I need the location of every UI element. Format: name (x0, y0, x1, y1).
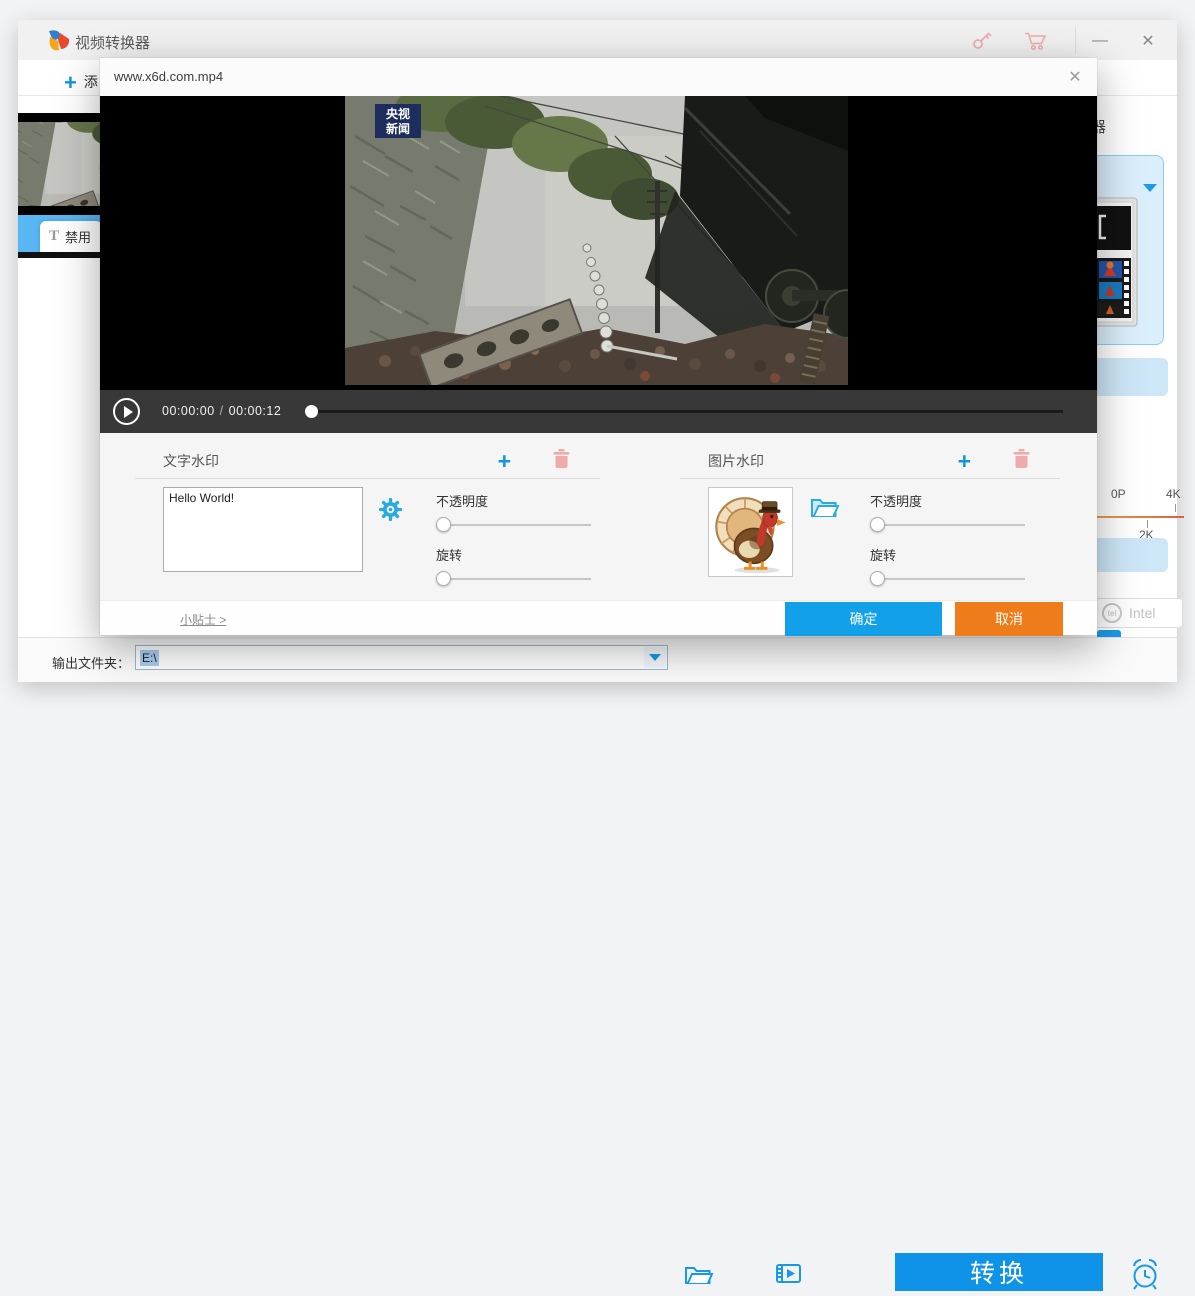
rotate-label: 旋转 (870, 545, 1025, 564)
format-dropdown-icon[interactable] (1143, 184, 1157, 192)
add-text-watermark-button[interactable]: + (498, 451, 511, 471)
titlebar: 视频转换器 — ✕ (18, 20, 1177, 60)
panel-edge (18, 252, 100, 258)
add-image-watermark-button[interactable]: + (958, 451, 971, 471)
seek-thumb[interactable] (305, 405, 318, 418)
slider-track[interactable] (870, 578, 1025, 580)
slider-thumb[interactable] (436, 571, 451, 586)
app-logo-icon (46, 28, 71, 58)
player-controls: 00:00:00 / 00:00:12 (100, 390, 1097, 433)
watermark-settings: 文字水印 + Hello World! (100, 433, 1097, 600)
bottom-bar: 输出文件夹： E:\ 转换 (18, 637, 1177, 682)
text-tool-icon: T (49, 228, 59, 245)
dialog-footer: 小贴士 > 确定 取消 (100, 600, 1097, 635)
time-display: 00:00:00 / 00:00:12 (162, 404, 281, 418)
slider-track[interactable] (436, 524, 591, 526)
time-separator: / (220, 404, 224, 418)
convert-button[interactable]: 转换 (895, 1253, 1103, 1291)
browse-folder-icon[interactable] (684, 1262, 714, 1291)
dialog-header: www.x6d.com.mp4 ✕ (100, 58, 1097, 96)
combobox-dropdown-button[interactable] (644, 647, 666, 668)
titlebar-separator (1075, 28, 1076, 54)
tab-text-disable[interactable]: T 禁用 (40, 221, 100, 252)
video-frame: 央视 新闻 (345, 96, 848, 385)
output-folder-combobox[interactable]: E:\ (135, 645, 668, 670)
resolution-label-4k: 4K (1166, 487, 1181, 501)
play-icon (124, 406, 133, 418)
intel-badge: tel Intel (1093, 598, 1183, 628)
slider-track[interactable] (870, 524, 1025, 526)
rotate-label: 旋转 (436, 545, 591, 564)
video-preview-area: 央视 新闻 (100, 96, 1097, 390)
add-files-button[interactable]: +添 (64, 70, 98, 96)
text-opacity-slider[interactable] (436, 517, 591, 533)
minimize-button[interactable]: — (1086, 28, 1114, 54)
add-files-label: 添 (84, 74, 98, 90)
text-watermark-title: 文字水印 (163, 451, 219, 471)
intel-label: Intel (1129, 605, 1155, 621)
image-watermark-title: 图片水印 (708, 451, 764, 471)
store-cart-icon[interactable] (1024, 31, 1048, 56)
preview-video-icon[interactable] (775, 1262, 803, 1291)
text-watermark-group: 文字水印 + Hello World! (135, 443, 600, 595)
slider-thumb[interactable] (870, 517, 885, 532)
play-button[interactable] (113, 398, 140, 425)
image-rotate-slider[interactable] (870, 571, 1025, 587)
dialog-close-button[interactable]: ✕ (1063, 65, 1087, 89)
cctv-badge-line1: 央视 (386, 106, 410, 121)
image-watermark-group: 图片水印 + (680, 443, 1060, 595)
format-preview-image (1090, 197, 1140, 334)
opacity-label: 不透明度 (870, 491, 1025, 510)
text-rotate-slider[interactable] (436, 571, 591, 587)
plus-icon: + (64, 70, 77, 95)
ok-button[interactable]: 确定 (785, 602, 942, 636)
delete-image-watermark-icon[interactable] (1013, 449, 1030, 473)
delete-text-watermark-icon[interactable] (553, 449, 570, 473)
turkey-image (712, 490, 790, 574)
cancel-button[interactable]: 取消 (955, 602, 1063, 636)
alarm-clock-icon[interactable] (1127, 1257, 1163, 1296)
slider-thumb[interactable] (436, 517, 451, 532)
resolution-tick-4k (1175, 504, 1176, 512)
output-folder-value: E:\ (140, 650, 159, 666)
watermark-dialog: www.x6d.com.mp4 ✕ 央视 新闻 00:00:00 / 00:00:1… (100, 58, 1097, 635)
intel-logo-icon: tel (1102, 603, 1122, 623)
seek-track[interactable] (305, 410, 1063, 413)
opacity-label: 不透明度 (436, 491, 591, 510)
watermark-image-preview[interactable] (708, 487, 793, 577)
dialog-title: www.x6d.com.mp4 (114, 69, 223, 84)
cctv-badge-line2: 新闻 (386, 121, 410, 136)
app-title: 视频转换器 (75, 32, 150, 53)
image-opacity-slider[interactable] (870, 517, 1025, 533)
tips-link[interactable]: 小贴士 > (180, 611, 226, 628)
choose-image-folder-icon[interactable] (810, 495, 840, 524)
current-time: 00:00:00 (162, 404, 215, 418)
register-key-icon[interactable] (971, 30, 993, 56)
close-button[interactable]: ✕ (1134, 28, 1162, 54)
seek-bar[interactable] (305, 402, 1063, 420)
chevron-down-icon (649, 654, 661, 661)
tab-label: 禁用 (65, 227, 91, 246)
total-time: 00:00:12 (229, 404, 282, 418)
resolution-label-1080p: 0P (1111, 487, 1126, 501)
file-tab-row: T 禁用 (18, 215, 100, 252)
slider-track[interactable] (436, 578, 591, 580)
resolution-tick-2k (1147, 520, 1148, 528)
slider-thumb[interactable] (870, 571, 885, 586)
output-folder-label: 输出文件夹： (52, 653, 130, 672)
watermark-text-input[interactable]: Hello World! (163, 487, 363, 572)
video-thumbnail[interactable] (18, 113, 100, 215)
text-settings-gear-icon[interactable] (378, 497, 403, 527)
